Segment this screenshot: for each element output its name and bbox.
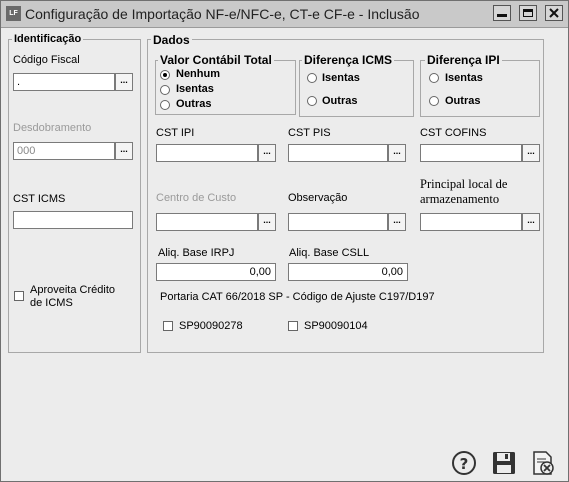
aproveita-credito-label-2: de ICMS [30,297,73,309]
valor-contabil-title: Valor Contábil Total [158,53,274,67]
ajuste-sp90090104-label: SP90090104 [304,320,368,332]
app-logo-icon: LF [6,6,21,21]
maximize-button[interactable] [519,5,537,21]
codigo-fiscal-lookup-button[interactable]: ... [115,73,133,91]
observacao-lookup-button[interactable]: ... [388,213,406,231]
ajuste-sp90090104-checkbox[interactable] [288,321,298,331]
aproveita-credito-label: Aproveita Crédito [30,284,115,296]
codigo-fiscal-label: Código Fiscal [13,54,80,66]
radio-valor-nenhum[interactable] [160,70,170,80]
radio-icms-outras-label: Outras [322,95,358,107]
dados-title: Dados [151,33,192,47]
cst-ipi-lookup-button[interactable]: ... [258,144,276,162]
minimize-icon [497,14,507,17]
radio-icms-outras[interactable] [307,96,317,106]
portaria-label: Portaria CAT 66/2018 SP - Código de Ajus… [160,291,435,303]
close-button[interactable] [545,5,563,21]
desdobramento-input[interactable]: 000 [13,142,115,160]
principal-local-input[interactable] [420,213,522,231]
diferenca-icms-group [299,60,414,117]
dialog-window: LF Configuração de Importação NF-e/NFC-e… [0,0,569,482]
centro-custo-input[interactable] [156,213,258,231]
radio-ipi-isentas[interactable] [429,73,439,83]
help-icon[interactable]: ? [451,450,477,476]
observacao-input[interactable] [288,213,388,231]
principal-local-label-2: armazenamento [420,192,500,206]
radio-icms-isentas[interactable] [307,73,317,83]
maximize-icon [523,9,533,17]
cst-icms-label: CST ICMS [13,193,66,205]
ajuste-sp90090278-checkbox[interactable] [163,321,173,331]
window-title: Configuração de Importação NF-e/NFC-e, C… [25,6,420,22]
radio-valor-isentas-label: Isentas [176,83,214,95]
principal-local-lookup-button[interactable]: ... [522,213,540,231]
cst-ipi-label: CST IPI [156,127,195,139]
radio-valor-isentas[interactable] [160,85,170,95]
desdobramento-label: Desdobramento [13,122,92,134]
aproveita-credito-checkbox[interactable] [14,291,24,301]
cst-pis-label: CST PIS [288,127,331,139]
centro-custo-lookup-button[interactable]: ... [258,213,276,231]
cst-cofins-lookup-button[interactable]: ... [522,144,540,162]
codigo-fiscal-input[interactable]: . [13,73,115,91]
diferenca-ipi-group [420,60,540,117]
radio-valor-nenhum-label: Nenhum [176,68,220,80]
cst-cofins-label: CST COFINS [420,127,487,139]
aliq-csll-label: Aliq. Base CSLL [289,247,370,259]
aliq-irpj-label: Aliq. Base IRPJ [158,247,235,259]
diferenca-icms-title: Diferença ICMS [302,53,395,67]
observacao-label: Observação [288,192,348,204]
save-icon[interactable] [491,450,517,476]
aliq-irpj-input[interactable]: 0,00 [156,263,276,281]
radio-valor-outras[interactable] [160,100,170,110]
cst-pis-input[interactable] [288,144,388,162]
ajuste-sp90090278-label: SP90090278 [179,320,243,332]
svg-text:?: ? [460,455,469,473]
radio-valor-outras-label: Outras [176,98,212,110]
cst-cofins-input[interactable] [420,144,522,162]
radio-ipi-isentas-label: Isentas [445,72,483,84]
identificacao-title: Identificação [12,33,84,45]
cst-pis-lookup-button[interactable]: ... [388,144,406,162]
desdobramento-lookup-button[interactable]: ... [115,142,133,160]
title-bar[interactable]: LF Configuração de Importação NF-e/NFC-e… [1,1,568,28]
cst-icms-input[interactable] [13,211,133,229]
cancel-icon[interactable] [530,450,556,476]
principal-local-label: Principal local de [420,177,508,191]
radio-icms-isentas-label: Isentas [322,72,360,84]
centro-custo-label: Centro de Custo [156,192,237,204]
aliq-csll-input[interactable]: 0,00 [288,263,408,281]
close-icon [549,8,559,18]
radio-ipi-outras-label: Outras [445,95,481,107]
diferenca-ipi-title: Diferença IPI [425,53,502,67]
minimize-button[interactable] [493,5,511,21]
radio-ipi-outras[interactable] [429,96,439,106]
cst-ipi-input[interactable] [156,144,258,162]
